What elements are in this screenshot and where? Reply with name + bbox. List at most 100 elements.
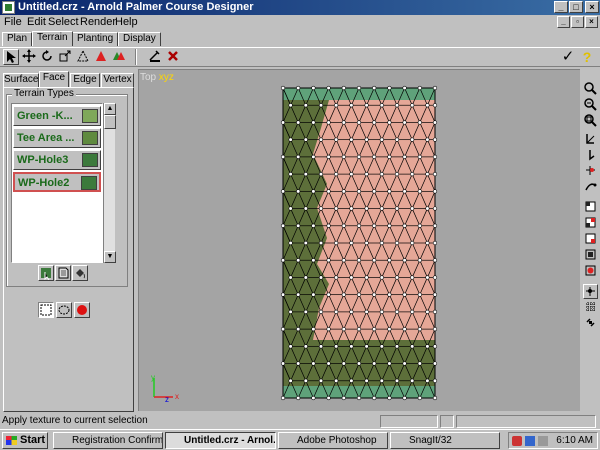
terrain-item-tee-area[interactable]: Tee Area ...: [13, 128, 101, 148]
select-arrow-icon[interactable]: [3, 49, 19, 65]
mesh-vertex[interactable]: [364, 344, 369, 349]
mesh-vertex[interactable]: [432, 154, 438, 159]
mesh-vertex[interactable]: [425, 206, 430, 211]
close-button[interactable]: ×: [585, 1, 599, 13]
mesh-vertex[interactable]: [280, 292, 286, 297]
mesh-vertex[interactable]: [356, 395, 362, 401]
subtab-vertex[interactable]: Vertex: [101, 73, 134, 87]
mesh-vertex[interactable]: [379, 103, 384, 108]
mesh-vertex[interactable]: [341, 223, 346, 228]
walk-icon[interactable]: [583, 180, 598, 195]
mesh-vertex[interactable]: [402, 395, 407, 401]
mesh-vertex[interactable]: [303, 344, 308, 349]
mesh-vertex[interactable]: [318, 137, 324, 142]
mesh-vertex[interactable]: [379, 309, 384, 314]
mesh-vertex[interactable]: [394, 275, 400, 280]
scale-icon[interactable]: [57, 49, 73, 65]
mesh-vertex[interactable]: [288, 103, 293, 108]
mesh-vertex[interactable]: [296, 361, 301, 366]
mesh-vertex[interactable]: [417, 327, 422, 332]
app-icon[interactable]: [2, 1, 15, 14]
mesh-vertex[interactable]: [334, 137, 339, 142]
mesh-vertex[interactable]: [334, 240, 339, 246]
mesh-vertex[interactable]: [349, 309, 354, 314]
mesh-vertex[interactable]: [341, 327, 346, 332]
mesh-vertex[interactable]: [417, 361, 422, 366]
mesh-vertex[interactable]: [402, 223, 407, 228]
mesh-vertex[interactable]: [364, 309, 369, 314]
pan-icon[interactable]: [583, 148, 598, 163]
mesh-vertex[interactable]: [349, 275, 354, 280]
tray-icon[interactable]: [512, 436, 522, 446]
subtab-edge[interactable]: Edge: [70, 73, 100, 87]
terrain-item-wp-hole3[interactable]: WP-Hole3: [13, 150, 101, 170]
mesh-vertex[interactable]: [387, 361, 392, 366]
mesh-vertex[interactable]: [341, 361, 346, 366]
start-button[interactable]: Start: [2, 432, 48, 449]
mesh-vertex[interactable]: [296, 258, 301, 263]
mesh-vertex[interactable]: [402, 120, 407, 125]
zoom-out-icon[interactable]: [583, 98, 598, 113]
orbit-icon[interactable]: [583, 164, 598, 179]
mesh-vertex[interactable]: [280, 120, 286, 125]
subtab-surface[interactable]: Surface: [3, 73, 39, 87]
mesh-vertex[interactable]: [356, 292, 362, 297]
mesh-vertex[interactable]: [432, 292, 438, 297]
paste-icon[interactable]: [147, 49, 163, 65]
maximize-button[interactable]: □: [569, 1, 583, 13]
mesh-vertex[interactable]: [334, 344, 339, 349]
mesh-vertex[interactable]: [356, 85, 362, 91]
mesh-vertex[interactable]: [303, 137, 308, 142]
mesh-vertex[interactable]: [296, 120, 301, 125]
view-side-icon[interactable]: [583, 232, 598, 247]
mesh-vertex[interactable]: [387, 395, 392, 401]
mesh-vertex[interactable]: [417, 85, 422, 91]
mesh-vertex[interactable]: [349, 206, 354, 211]
mesh-vertex[interactable]: [432, 275, 438, 280]
mesh-vertex[interactable]: [387, 258, 392, 263]
mesh-vertex[interactable]: [417, 154, 422, 159]
mesh-vertex[interactable]: [372, 120, 377, 125]
subtab-face[interactable]: Face: [39, 71, 69, 87]
mesh-vertex[interactable]: [296, 395, 301, 401]
mesh-vertex[interactable]: [417, 292, 422, 297]
mesh-vertex[interactable]: [356, 327, 362, 332]
task-registration[interactable]: Registration Confirmatio...: [53, 432, 163, 449]
mesh-vertex[interactable]: [364, 137, 369, 142]
mesh-vertex[interactable]: [303, 378, 308, 383]
mesh-vertex[interactable]: [364, 275, 369, 280]
mesh-vertex[interactable]: [432, 206, 438, 211]
mesh-vertex[interactable]: [349, 240, 354, 246]
mesh-vertex[interactable]: [410, 103, 415, 108]
tray-icon[interactable]: [525, 436, 535, 446]
mesh-vertex[interactable]: [303, 172, 308, 177]
mesh-vertex[interactable]: [432, 327, 438, 332]
mesh-vertex[interactable]: [425, 172, 430, 177]
mesh-vertex[interactable]: [288, 378, 293, 383]
mesh-vertex[interactable]: [341, 292, 346, 297]
select-all-icon[interactable]: [74, 302, 90, 318]
mesh-vertex[interactable]: [425, 344, 430, 349]
mesh-vertex[interactable]: [326, 120, 331, 125]
rotate-icon[interactable]: [39, 49, 55, 65]
mesh-vertex[interactable]: [318, 378, 324, 383]
mesh-vertex[interactable]: [410, 309, 415, 314]
mesh-vertex[interactable]: [318, 344, 324, 349]
menu-edit[interactable]: Edit: [27, 16, 46, 28]
mesh-vertex[interactable]: [303, 240, 308, 246]
mesh-vertex[interactable]: [318, 206, 324, 211]
mesh-vertex[interactable]: [280, 154, 286, 159]
mesh-vertex[interactable]: [372, 85, 377, 91]
scroll-down-button[interactable]: ▼: [104, 251, 116, 263]
mesh-vertex[interactable]: [334, 206, 339, 211]
mesh-vertex[interactable]: [341, 85, 346, 91]
mesh-vertex[interactable]: [341, 120, 346, 125]
mesh-vertex[interactable]: [387, 120, 392, 125]
mesh-vertex[interactable]: [296, 189, 301, 194]
mesh-vertex[interactable]: [364, 378, 369, 383]
mesh-vertex[interactable]: [326, 292, 331, 297]
mesh-vertex[interactable]: [334, 172, 339, 177]
mesh-vertex[interactable]: [379, 206, 384, 211]
doc-close-button[interactable]: ×: [585, 16, 598, 28]
scroll-up-button[interactable]: ▲: [104, 103, 116, 115]
